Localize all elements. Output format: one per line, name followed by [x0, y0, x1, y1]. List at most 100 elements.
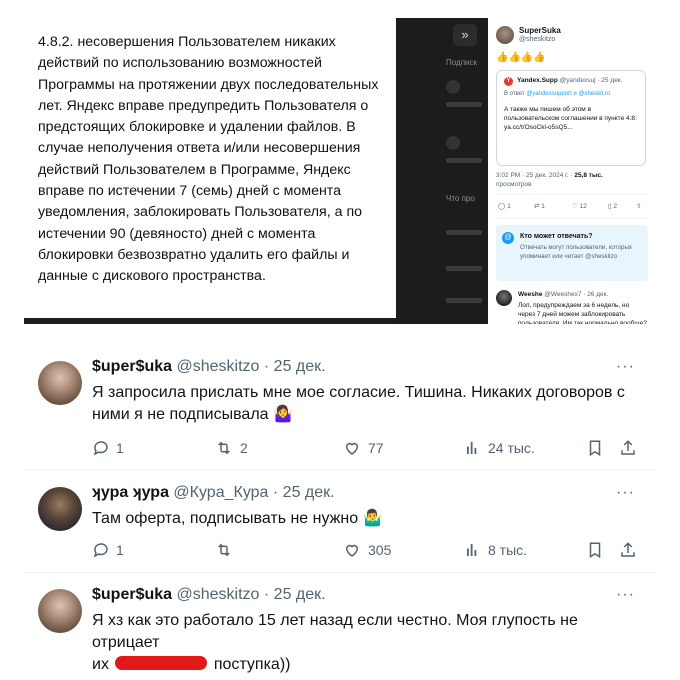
- retweet-count: 2: [240, 440, 248, 456]
- tweet-header: $uper$uka @sheskitzo · 25 дек.: [92, 586, 326, 604]
- heart-icon: ♡: [572, 203, 578, 210]
- tweet-emojis: 👍👍👍👍: [496, 52, 546, 63]
- dark-panel-label: Подписк: [446, 58, 477, 67]
- reply-author-name[interactable]: Weeshe: [518, 291, 542, 298]
- retweet-button[interactable]: ⇄ 1: [534, 202, 545, 210]
- view-count-label: просмотров: [496, 181, 532, 188]
- reply-button[interactable]: 1: [92, 540, 124, 560]
- view-count: 25,8 тыс.: [574, 172, 603, 179]
- reply-button[interactable]: ◯ 1: [498, 202, 511, 210]
- retweet-icon: ⇄: [534, 203, 540, 210]
- reply-icon: [93, 543, 108, 558]
- divider: [496, 194, 648, 195]
- dark-panel-label: Что про: [446, 194, 475, 203]
- avatar[interactable]: [496, 26, 514, 44]
- bookmark-button[interactable]: [586, 438, 604, 458]
- reply-mentions[interactable]: @yandexsupport и @sheskit.ro: [526, 91, 610, 97]
- share-icon: [621, 440, 635, 455]
- avatar[interactable]: [38, 487, 82, 531]
- tweet[interactable]: ʞура ʞура @Кура_Кура · 25 дек. ··· Там о…: [38, 484, 643, 564]
- like-button[interactable]: 77: [342, 438, 384, 458]
- author-name[interactable]: SuperSuka: [519, 26, 561, 35]
- view-count: 24 тыс.: [488, 440, 535, 456]
- tweet-actions: 1 305 8 тыс.: [92, 540, 637, 560]
- share-button[interactable]: [619, 438, 637, 458]
- divider: [24, 469, 656, 470]
- retweet-button[interactable]: [214, 540, 240, 560]
- quoted-handle-date: @yandexsuj · 25 дек.: [559, 77, 623, 84]
- quoted-tweet-text: А также мы пишем об этом в пользовательс…: [504, 106, 637, 131]
- author-handle[interactable]: @sheskitzo: [519, 36, 555, 43]
- tweet[interactable]: $uper$uka @sheskitzo · 25 дек. ··· Я хз …: [38, 586, 643, 673]
- retweet-icon: [218, 543, 230, 557]
- tweet-date[interactable]: · 25 дек.: [264, 586, 326, 603]
- share-icon: ⇧: [636, 203, 642, 210]
- dark-avatar-placeholder: [446, 80, 460, 94]
- yandex-logo-icon: Y: [504, 77, 513, 86]
- reply-icon: ◯: [498, 203, 506, 210]
- who-can-reply-notice: @ Кто может отвечать? Отвечать могут пол…: [496, 225, 648, 281]
- like-count: 305: [368, 542, 392, 558]
- tweet-text: Я запросила прислать мне мое согласие. Т…: [92, 384, 625, 423]
- reply-text: Лол, предупреждаем за 6 недель, но через…: [518, 302, 647, 324]
- bookmark-button[interactable]: [586, 540, 604, 560]
- avatar[interactable]: [496, 290, 512, 306]
- like-count: 12: [579, 203, 587, 210]
- quoted-tweet[interactable]: Y Yandex.Supp @yandexsuj · 25 дек. В отв…: [496, 70, 646, 166]
- more-options-icon[interactable]: ···: [616, 586, 635, 604]
- dark-row: [446, 298, 482, 303]
- share-button[interactable]: [619, 540, 637, 560]
- tweet-text-line1: Я хз как это работало 15 лет назад если …: [92, 612, 578, 651]
- tweet-header: $uper$uka @sheskitzo · 25 дек.: [92, 358, 326, 376]
- more-options-icon[interactable]: ···: [616, 358, 635, 376]
- reply-header: Weeshe @Weeshex7 · 26 дек.: [518, 291, 608, 298]
- bookmark-icon: [589, 440, 601, 457]
- like-button[interactable]: 305: [342, 540, 391, 560]
- retweet-count: 1: [541, 203, 545, 210]
- legal-bottom-edge: [24, 318, 396, 324]
- author-handle[interactable]: @sheskitzo: [177, 358, 260, 375]
- collapse-button[interactable]: »: [453, 24, 477, 46]
- tweet-text: Там оферта, подписывать не нужно 🤷‍♂️: [92, 510, 383, 527]
- legal-text-screenshot: 4.8.2. несовершения Пользователем никаки…: [24, 18, 396, 318]
- retweet-button[interactable]: 2: [214, 438, 248, 458]
- author-handle[interactable]: @sheskitzo: [177, 586, 260, 603]
- tweet-timestamp[interactable]: 3:02 PM · 25 дек. 2024 г. ·: [496, 172, 573, 179]
- share-icon: [621, 542, 635, 557]
- divider: [24, 572, 656, 573]
- reply-tweet[interactable]: Weeshe @Weeshex7 · 26 дек. Лол, предупре…: [496, 290, 648, 324]
- tweet-date[interactable]: · 25 дек.: [273, 484, 335, 501]
- share-button[interactable]: ⇧: [636, 202, 641, 210]
- tweet-date[interactable]: · 25 дек.: [264, 358, 326, 375]
- author-handle[interactable]: @Кура_Кура: [173, 484, 268, 501]
- reply-prefix: В ответ: [504, 91, 525, 97]
- avatar[interactable]: [38, 589, 82, 633]
- tweet-text: Я хз как это работало 15 лет назад если …: [92, 610, 642, 676]
- reply-count: 1: [116, 542, 124, 558]
- bookmark-button[interactable]: ▯ 2: [608, 202, 617, 210]
- views-button[interactable]: 24 тыс.: [464, 438, 535, 458]
- author-name[interactable]: $uper$uka: [92, 358, 172, 375]
- views-button[interactable]: 8 тыс.: [464, 540, 527, 560]
- heart-icon: [345, 442, 359, 455]
- mention-icon: @: [502, 232, 514, 244]
- tweet-header: ʞура ʞура @Кура_Кура · 25 дек.: [92, 484, 335, 502]
- reply-button[interactable]: 1: [92, 438, 124, 458]
- avatar[interactable]: [38, 361, 82, 405]
- author-name[interactable]: ʞура ʞура: [92, 484, 169, 501]
- bookmark-count: 2: [613, 203, 618, 210]
- tweet[interactable]: $uper$uka @sheskitzo · 25 дек. ··· Я зап…: [38, 358, 643, 458]
- bookmark-icon: [589, 542, 601, 559]
- quoted-author-name: Yandex.Supp: [517, 77, 558, 84]
- dark-avatar-placeholder: [446, 136, 460, 150]
- reply-handle-date: @Weeshex7 · 26 дек.: [544, 291, 609, 298]
- reply-count: 1: [507, 203, 511, 210]
- tweet-text-suffix: поступка)): [213, 656, 291, 673]
- quoted-tweet-header: Yandex.Supp @yandexsuj · 25 дек.: [517, 77, 622, 84]
- author-name[interactable]: $uper$uka: [92, 586, 172, 603]
- tweet-meta: 3:02 PM · 25 дек. 2024 г. · 25,8 тыс.: [496, 172, 603, 179]
- tweet-actions: ◯ 1 ⇄ 1 ♡ 12 ▯ 2 ⇧: [496, 202, 646, 214]
- more-options-icon[interactable]: ···: [616, 484, 635, 502]
- reply-count: 1: [116, 440, 124, 456]
- like-button[interactable]: ♡ 12: [572, 202, 587, 210]
